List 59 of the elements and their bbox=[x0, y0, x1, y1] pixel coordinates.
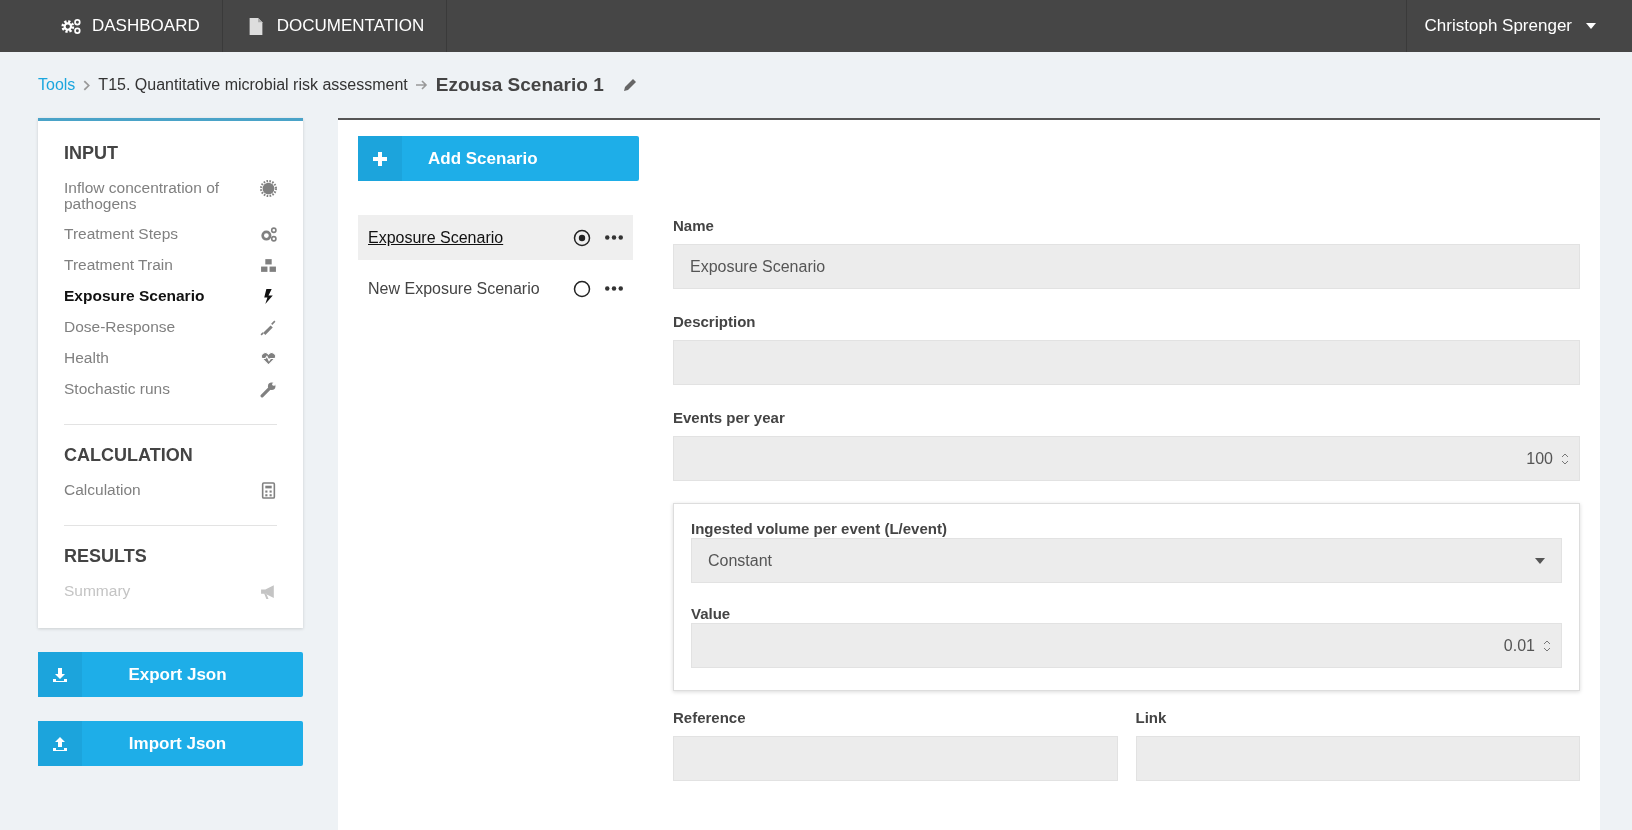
virus-icon bbox=[260, 180, 277, 197]
sidebar-item[interactable]: Dose-Response bbox=[64, 313, 277, 344]
reference-field[interactable] bbox=[673, 736, 1118, 781]
breadcrumb-link[interactable]: Tools bbox=[38, 76, 76, 94]
arrow-icon bbox=[415, 80, 428, 90]
section-heading: INPUT bbox=[64, 143, 119, 164]
distribution-select[interactable]: Constant bbox=[691, 538, 1562, 583]
action-button[interactable]: Export Json bbox=[38, 652, 303, 697]
spinner-icon[interactable] bbox=[1561, 452, 1569, 465]
description-field[interactable] bbox=[673, 340, 1580, 385]
wrench-icon bbox=[260, 381, 277, 398]
section-heading: CALCULATION bbox=[64, 445, 194, 466]
events-field[interactable]: 100 bbox=[673, 436, 1580, 481]
spinner-icon[interactable] bbox=[1543, 639, 1551, 652]
nav-link[interactable]: DOCUMENTATION bbox=[222, 0, 448, 52]
field-label: Name bbox=[673, 217, 715, 234]
plus-icon bbox=[372, 150, 388, 167]
gears-icon bbox=[260, 226, 277, 243]
page-title: Ezousa Scenario 1 bbox=[435, 74, 604, 96]
scenario-item[interactable]: New Exposure Scenario bbox=[358, 266, 633, 311]
scenario-item[interactable]: Exposure Scenario bbox=[358, 215, 633, 260]
caret-icon bbox=[1535, 557, 1545, 564]
sidebar-item[interactable]: Inflow concentration of pathogens bbox=[64, 174, 277, 220]
sidebar-item[interactable]: Treatment Steps bbox=[64, 220, 277, 251]
field-label: Description bbox=[673, 313, 757, 330]
sidebar-item[interactable]: Stochastic runs bbox=[64, 375, 277, 406]
user-menu[interactable]: Christoph Sprenger bbox=[1405, 0, 1632, 52]
action-button[interactable]: Import Json bbox=[38, 721, 303, 766]
field-label: Ingested volume per event (L/event) bbox=[691, 520, 947, 537]
upload-icon bbox=[52, 735, 68, 752]
caret-icon bbox=[1586, 23, 1596, 29]
breadcrumb-item: T15. Quantitative microbial risk assessment bbox=[98, 76, 408, 94]
chevron-icon bbox=[83, 79, 91, 91]
field-label: Reference bbox=[673, 709, 747, 726]
syringe-icon bbox=[260, 319, 277, 336]
more-icon[interactable] bbox=[605, 286, 623, 291]
field-label: Events per year bbox=[673, 409, 786, 426]
gears-icon bbox=[60, 17, 82, 35]
sidebar-item[interactable]: Calculation bbox=[64, 476, 277, 507]
more-icon[interactable] bbox=[605, 235, 623, 240]
name-field[interactable]: Exposure Scenario bbox=[673, 244, 1580, 289]
nav-link[interactable]: DASHBOARD bbox=[38, 0, 223, 52]
download-icon bbox=[52, 666, 68, 683]
sidebar-item[interactable]: Health bbox=[64, 344, 277, 375]
sidebar-item[interactable]: Treatment Train bbox=[64, 251, 277, 282]
radio-button[interactable] bbox=[573, 279, 591, 298]
calculator-icon bbox=[260, 482, 277, 499]
field-label: Link bbox=[1135, 709, 1168, 726]
section-heading: RESULTS bbox=[64, 546, 148, 567]
bullhorn-icon bbox=[260, 583, 277, 600]
pencil-icon[interactable] bbox=[621, 77, 638, 93]
heartbeat-icon bbox=[260, 350, 277, 367]
cubes-icon bbox=[260, 257, 277, 274]
link-field[interactable] bbox=[1135, 736, 1580, 781]
add-scenario-button[interactable]: Add Scenario bbox=[358, 136, 639, 181]
field-label: Value bbox=[691, 605, 731, 622]
sidebar-item[interactable]: Exposure Scenario bbox=[64, 282, 277, 313]
radio-button[interactable] bbox=[573, 228, 591, 247]
value-field[interactable]: 0.01 bbox=[691, 623, 1562, 668]
